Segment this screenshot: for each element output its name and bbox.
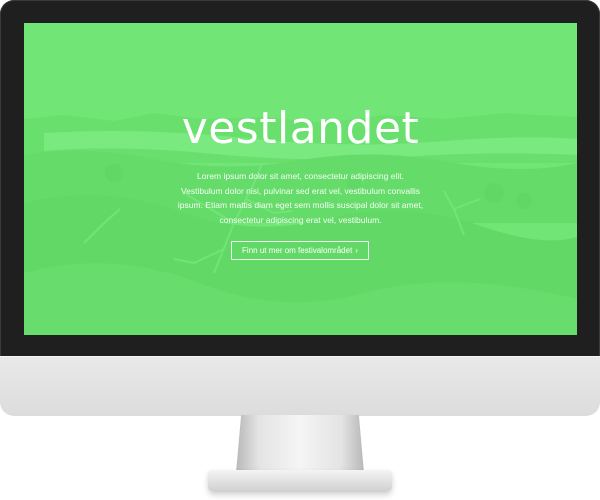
imac-mockup: vestlandet Lorem ipsum dolor sit amet, c… xyxy=(0,0,600,500)
hero-description-line-1: Lorem ipsum dolor sit amet, consectetur … xyxy=(197,171,404,181)
hero-description: Lorem ipsum dolor sit amet, consectetur … xyxy=(170,169,431,227)
hero-description-line-3: ipsum. Etiam mattis diam eget sem mollis… xyxy=(177,200,424,210)
hero-description-line-2: Vestibulum dolor nisi, pulvinar sed erat… xyxy=(180,185,421,196)
monitor-chin xyxy=(0,356,600,416)
monitor-stand-foot xyxy=(208,470,392,492)
monitor-stand-neck xyxy=(236,415,364,473)
hero-title: vestlandet xyxy=(181,103,420,154)
hero-description-line-4: consectetur adipiscing erat vel, vestibu… xyxy=(219,214,382,225)
hero-section: vestlandet Lorem ipsum dolor sit amet, c… xyxy=(24,23,577,335)
festival-area-button[interactable]: Finn ut mer om festivalområdet › xyxy=(231,241,369,260)
festival-area-button-label: Finn ut mer om festivalområdet xyxy=(242,246,353,255)
website-screen: vestlandet Lorem ipsum dolor sit amet, c… xyxy=(24,23,577,335)
chevron-right-icon: › xyxy=(355,246,358,255)
